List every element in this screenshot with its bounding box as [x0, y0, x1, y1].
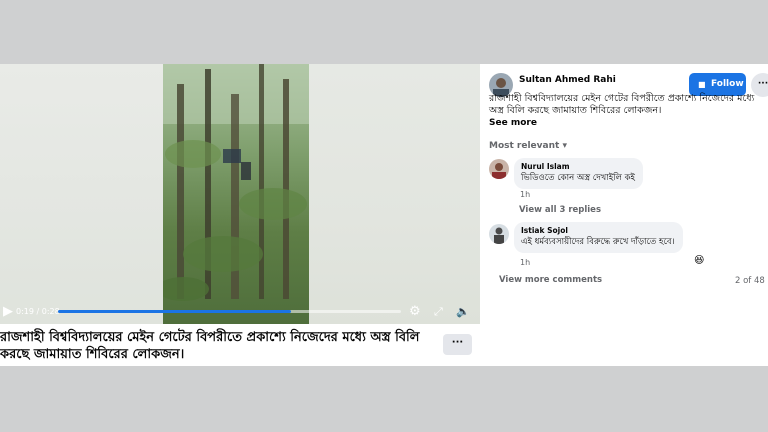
- comment-time[interactable]: 1h: [520, 258, 530, 267]
- settings-gear-icon[interactable]: ⚙: [409, 299, 421, 324]
- post-text: রাজশাহী বিশ্ববিদ্যালয়ের মেইন গেটের বিপর…: [489, 93, 755, 116]
- video-player[interactable]: ▶ 0:19 / 0:28 ⚙ ⤢ 🔈: [0, 64, 480, 324]
- video-blur-right: [309, 64, 480, 324]
- comment-avatar[interactable]: [489, 224, 509, 244]
- comment-bubble: Nurul Islam ভিডিওতে কোন অস্ত্র দেখাইলি ক…: [514, 158, 643, 189]
- post-side-panel: Sultan Ahmed Rahi ■ Follow ··· রাজশাহী ব…: [480, 64, 768, 366]
- author-name[interactable]: Sultan Ahmed Rahi: [519, 75, 616, 85]
- video-more-button[interactable]: ···: [443, 334, 472, 355]
- comment-text: ভিডিওতে কোন অস্ত্র দেখাইলি কই: [521, 173, 635, 183]
- comment-author[interactable]: Nurul Islam: [521, 162, 635, 172]
- see-more-link[interactable]: See more: [489, 118, 537, 128]
- comment-bubble: Istiak Sojol এই ধর্মব্যবসায়ীদের বিরুদ্ধ…: [514, 222, 683, 253]
- comment-time[interactable]: 1h: [520, 190, 530, 199]
- play-icon[interactable]: ▶: [3, 299, 13, 324]
- fullscreen-icon[interactable]: ⤢: [434, 299, 443, 324]
- video-controls: ▶ 0:19 / 0:28 ⚙ ⤢ 🔈: [0, 299, 480, 324]
- post-viewer: ▶ 0:19 / 0:28 ⚙ ⤢ 🔈 রাজশাহী বিশ্ববিদ্যাল…: [0, 64, 768, 366]
- view-more-comments-link[interactable]: View more comments: [499, 275, 602, 285]
- laugh-reaction-icon[interactable]: 😆: [694, 255, 704, 266]
- forest-scene: [163, 64, 309, 301]
- sort-label: Most relevant: [489, 141, 560, 151]
- view-replies-link[interactable]: View all 3 replies: [519, 205, 601, 215]
- comment-sort[interactable]: Most relevant ▾: [489, 141, 567, 151]
- comment-text: এই ধর্মব্যবসায়ীদের বিরুদ্ধে রুখে দাঁড়া…: [521, 237, 675, 247]
- seek-bar[interactable]: [58, 310, 401, 313]
- comment-author[interactable]: Istiak Sojol: [521, 226, 675, 236]
- volume-muted-icon[interactable]: 🔈: [456, 299, 470, 324]
- comment-count: 2 of 48: [735, 276, 765, 286]
- video-blur-left: [0, 64, 163, 324]
- video-frame[interactable]: [163, 64, 309, 324]
- comment-avatar[interactable]: [489, 159, 509, 179]
- chevron-down-icon: ▾: [562, 141, 567, 151]
- seek-progress: [58, 310, 291, 313]
- video-time: 0:19 / 0:28: [16, 307, 60, 316]
- video-caption: রাজশাহী বিশ্ববিদ্যালয়ের মেইন গেটের বিপর…: [0, 330, 420, 362]
